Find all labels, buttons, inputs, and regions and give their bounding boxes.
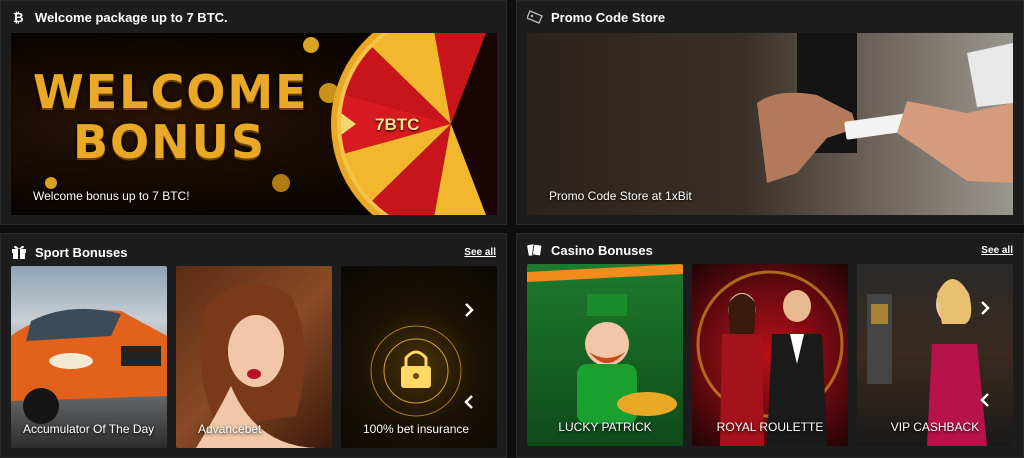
- casino-card-royal-roulette[interactable]: ROYAL ROULETTE: [692, 264, 848, 446]
- car-image: [11, 308, 167, 424]
- welcome-heading: WELCOME BONUS: [33, 67, 309, 167]
- chevron-left-icon: [980, 393, 989, 407]
- sport-header: Sport Bonuses See all: [11, 242, 496, 262]
- cards-icon: [527, 242, 543, 258]
- casino-card-label: ROYAL ROULETTE: [716, 420, 824, 434]
- promo-title: Promo Code Store: [551, 9, 666, 25]
- casino-title: Casino Bonuses: [551, 242, 653, 258]
- welcome-banner[interactable]: WELCOME BONUS 7BTC Welcome bonus up to 7…: [11, 33, 497, 215]
- casino-card-label: LUCKY PATRICK: [558, 420, 652, 434]
- promo-header: Promo Code Store: [527, 7, 1013, 27]
- sport-card-accumulator[interactable]: Accumulator Of The Day: [11, 266, 167, 448]
- sport-card-label: Advancebet: [198, 422, 262, 436]
- casino-card-label: VIP CASHBACK: [890, 420, 980, 434]
- welcome-caption: Welcome bonus up to 7 BTC!: [33, 189, 190, 203]
- promo-panel: Promo Code Store Promo Code Store at 1xB…: [516, 0, 1024, 225]
- welcome-heading-line2: BONUS: [73, 115, 267, 169]
- casino-next-arrow[interactable]: [975, 298, 995, 318]
- woman-image: [196, 283, 316, 448]
- roulette-hosts-image: [696, 270, 844, 446]
- sport-card-bet-insurance[interactable]: 100% bet insurance: [341, 266, 497, 448]
- welcome-heading-line1: WELCOME: [33, 65, 309, 119]
- sport-title: Sport Bonuses: [35, 244, 128, 260]
- casino-card-vip-cashback[interactable]: VIP CASHBACK: [857, 264, 1013, 446]
- sport-bonuses-panel: Sport Bonuses See all Accumulator Of The…: [0, 233, 507, 458]
- sport-card-label: 100% bet insurance: [363, 422, 470, 436]
- chevron-left-icon: [464, 395, 473, 409]
- casino-see-all-link[interactable]: See all: [981, 245, 1013, 256]
- sport-see-all-link[interactable]: See all: [464, 247, 496, 258]
- ticket-icon: [527, 9, 543, 25]
- gift-icon: [11, 244, 27, 260]
- welcome-panel: ₿ Welcome package up to 7 BTC. WELCOME B…: [0, 0, 507, 225]
- casino-card-lucky-patrick[interactable]: LUCKY PATRICK: [527, 264, 683, 446]
- sport-next-arrow[interactable]: [459, 300, 479, 320]
- welcome-header: ₿ Welcome package up to 7 BTC.: [11, 7, 496, 27]
- lock-image: [370, 325, 462, 417]
- promo-banner[interactable]: Promo Code Store at 1xBit: [527, 33, 1013, 215]
- chevron-right-icon: [465, 303, 474, 317]
- casino-prev-arrow[interactable]: [975, 390, 995, 410]
- bitcoin-icon: ₿: [11, 9, 27, 25]
- casino-header: Casino Bonuses See all: [527, 240, 1013, 260]
- leprechaun-image: [527, 264, 683, 424]
- chevron-right-icon: [981, 301, 990, 315]
- welcome-title: Welcome package up to 7 BTC.: [35, 9, 228, 25]
- sport-card-advancebet[interactable]: Advancebet: [176, 266, 332, 448]
- svg-text:₿: ₿: [13, 11, 24, 24]
- promo-caption: Promo Code Store at 1xBit: [549, 189, 692, 203]
- casino-bonuses-panel: Casino Bonuses See all LUCKY PATRICK ROY…: [516, 233, 1024, 458]
- wheel-label: 7BTC: [375, 115, 420, 134]
- sport-card-label: Accumulator Of The Day: [23, 422, 155, 436]
- promo-banner-art: [757, 33, 1013, 183]
- vip-woman-image: [867, 279, 987, 446]
- sport-prev-arrow[interactable]: [459, 392, 479, 412]
